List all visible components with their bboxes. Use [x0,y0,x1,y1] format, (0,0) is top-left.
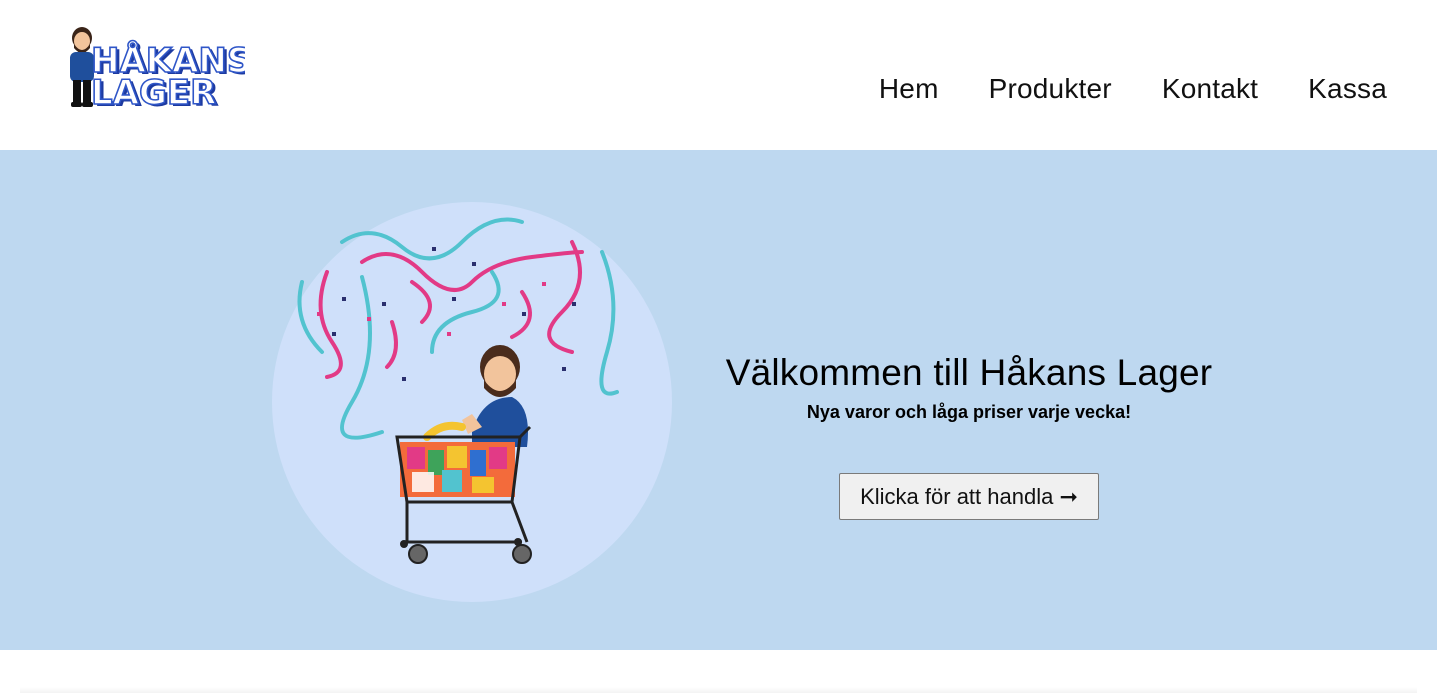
hero-subtitle: Nya varor och låga priser varje vecka! [806,402,1132,422]
shopping-cart [395,421,532,564]
hero-illustration [272,202,672,602]
main-nav: Hem Produkter Kontakt Kassa [879,72,1387,106]
hero-title: Välkommen till Håkans Lager [725,352,1213,393]
logo-mascot-icon: HÅKANS HÅKANS LAGER LAGER [70,27,245,114]
shop-now-button[interactable]: Klicka för att handla ➞ [839,473,1099,520]
content-below-hero [0,650,1437,693]
nav-link-kassa[interactable]: Kassa [1308,72,1387,106]
nav-link-produkter[interactable]: Produkter [989,72,1112,106]
nav-link-hem[interactable]: Hem [879,72,939,106]
hero-text: Välkommen till Håkans Lager Nya varor oc… [700,350,1238,520]
site-header: HÅKANS HÅKANS LAGER LAGER Hem Produkter … [0,0,1437,150]
nav-link-kontakt[interactable]: Kontakt [1162,72,1258,106]
avatar-shopping-cart-confetti-icon [272,202,672,602]
site-logo[interactable]: HÅKANS HÅKANS LAGER LAGER [60,24,245,114]
logo-text-line2: LAGER [91,73,216,113]
hero-section: Välkommen till Håkans Lager Nya varor oc… [0,150,1437,650]
section-shadow [20,687,1417,693]
